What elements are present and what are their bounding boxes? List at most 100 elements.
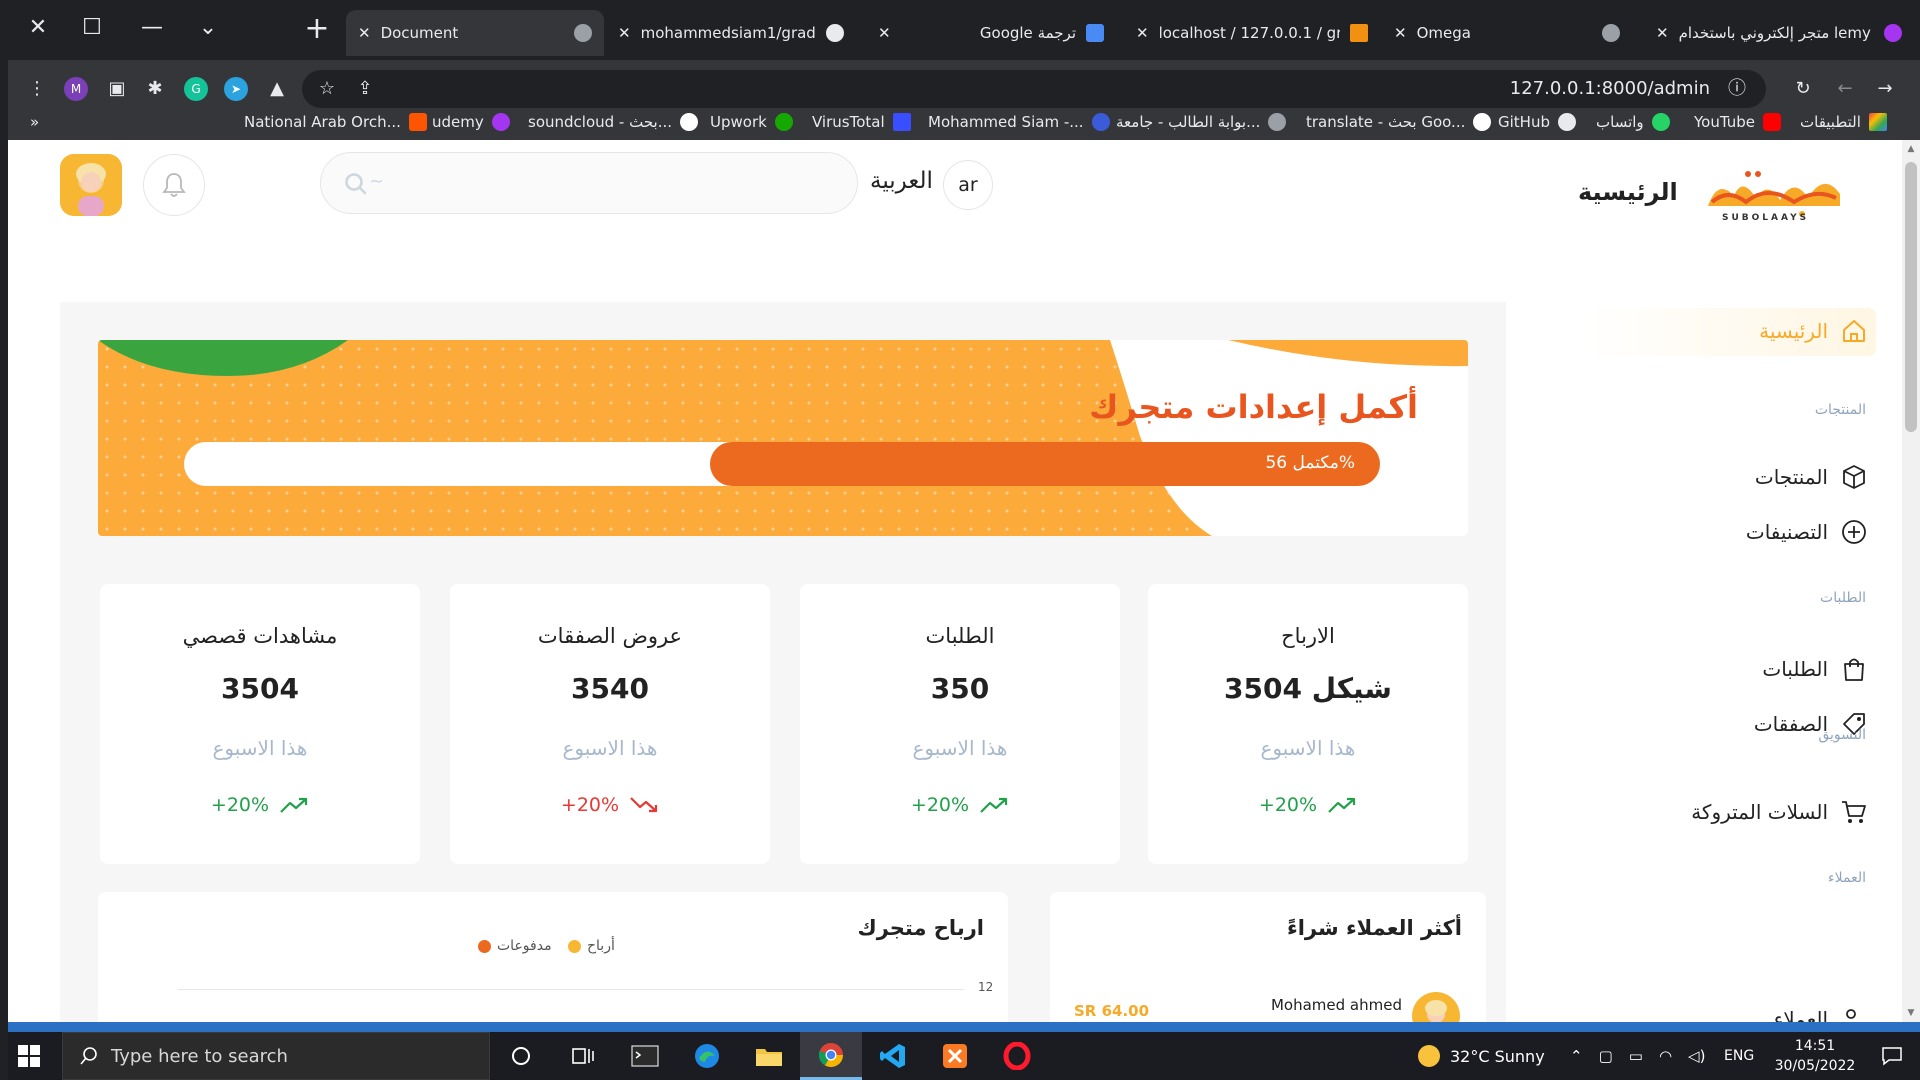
taskbar-app-xampp[interactable] xyxy=(924,1032,986,1080)
tray-device-icon[interactable]: ▢ xyxy=(1599,1047,1613,1065)
scroll-up-icon[interactable]: ▲ xyxy=(1902,140,1920,158)
language-label[interactable]: العربية xyxy=(870,168,933,194)
cart-icon xyxy=(1842,801,1866,823)
folder-icon xyxy=(756,1049,782,1066)
close-tab-icon[interactable]: ✕ xyxy=(1136,24,1149,42)
windows-logo-icon xyxy=(18,1045,40,1067)
close-tab-icon[interactable]: ✕ xyxy=(1656,24,1669,42)
extensions-puzzle-icon[interactable]: ✱ xyxy=(140,74,170,104)
forward-arrow-icon[interactable]: ← xyxy=(1830,74,1860,104)
reload-icon[interactable]: ↻ xyxy=(1788,74,1818,104)
wifi-icon[interactable]: ◠ xyxy=(1659,1047,1672,1065)
battery-icon[interactable]: ▭ xyxy=(1629,1047,1643,1065)
back-arrow-icon[interactable]: → xyxy=(1870,74,1900,104)
stat-value: 350 xyxy=(930,672,990,705)
sidebar-item-categories[interactable]: التصنيفات xyxy=(1746,517,1868,547)
bookmark-upwork[interactable]: Upwork xyxy=(710,104,793,140)
bookmark-udemy[interactable]: udemy xyxy=(432,104,510,140)
address-url[interactable]: 127.0.0.1:8000/admin xyxy=(1510,78,1710,99)
stat-card-story-views[interactable]: مشاهدات قصصي 3504 هذا الاسبوع +20% xyxy=(100,584,420,864)
sidebar-item-orders[interactable]: الطلبات xyxy=(1762,654,1868,684)
profits-chart-title: ارباح متجرك xyxy=(857,916,984,940)
close-tab-icon[interactable]: ✕ xyxy=(878,24,891,42)
bookmarks-bar: » National Arab Orch... udemy soundcloud… xyxy=(0,104,1920,140)
close-tab-icon[interactable]: ✕ xyxy=(1394,24,1407,42)
trend-up-icon xyxy=(1328,797,1356,813)
bookmark-github[interactable]: GitHub xyxy=(1498,104,1576,140)
tab-google-translate[interactable]: ✕ Google ترجمة xyxy=(866,10,1116,56)
notifications-center-button[interactable] xyxy=(1864,1032,1920,1080)
user-avatar[interactable] xyxy=(60,154,122,216)
bookmark-apps[interactable]: التطبيقات xyxy=(1800,104,1887,140)
stat-period: هذا الاسبوع xyxy=(912,736,1008,760)
scroll-down-icon[interactable]: ▼ xyxy=(1902,1004,1920,1022)
page-scrollbar[interactable]: ▲ ▼ xyxy=(1902,140,1920,1022)
scroll-thumb[interactable] xyxy=(1905,162,1917,432)
stat-card-profits[interactable]: الارباح 3504 شيكل هذا الاسبوع +20% xyxy=(1148,584,1468,864)
cortana-button[interactable] xyxy=(490,1032,552,1080)
taskbar-app-chrome[interactable] xyxy=(800,1032,862,1080)
stat-value: 3540 xyxy=(571,672,649,705)
bookmark-youtube[interactable]: YouTube xyxy=(1694,104,1781,140)
tab-omega[interactable]: ✕ Omega xyxy=(1382,10,1632,56)
tray-chevron-icon[interactable]: ⌃ xyxy=(1570,1047,1583,1065)
sidebar-item-products[interactable]: المنتجات xyxy=(1755,462,1868,492)
legend-label: أرباح xyxy=(587,938,615,954)
store-logo[interactable]: SUBOLAAYS xyxy=(1698,158,1850,228)
tab-phpmyadmin[interactable]: ✕ localhost / 127.0.0.1 / grad xyxy=(1124,10,1380,56)
legend-item-payments: مدفوعات xyxy=(478,938,552,954)
weather-widget[interactable]: 32°C Sunny xyxy=(1418,1032,1545,1080)
grammarly-icon[interactable]: G xyxy=(184,77,208,101)
triangle-extension-icon[interactable]: ▲ xyxy=(262,74,292,104)
stat-trend: +20% xyxy=(450,794,770,816)
side-panel-icon[interactable]: ▣ xyxy=(102,74,132,104)
language-switch-button[interactable]: ar xyxy=(943,160,993,210)
tab-github[interactable]: ✕ mohammedsiam1/graduat xyxy=(606,10,856,56)
close-window-icon[interactable]: ✕ xyxy=(18,8,58,48)
notifications-button[interactable] xyxy=(143,154,205,216)
site-info-icon[interactable]: ⓘ xyxy=(1722,74,1752,104)
sidebar-item-label: المنتجات xyxy=(1754,465,1828,489)
bookmark-whatsapp[interactable]: واتساب xyxy=(1596,104,1670,140)
volume-icon[interactable]: ◁) xyxy=(1688,1047,1705,1065)
close-tab-icon[interactable]: ✕ xyxy=(358,24,371,42)
sidebar-item-abandoned-carts[interactable]: السلات المتروكة xyxy=(1691,797,1868,827)
bookmark-translate[interactable]: translate - بحث Goo... xyxy=(1306,104,1492,140)
keyboard-language[interactable]: ENG xyxy=(1724,1032,1754,1080)
start-button[interactable] xyxy=(0,1032,58,1080)
bookmark-star-icon[interactable]: ☆ xyxy=(312,74,342,104)
taskbar-app-vscode[interactable] xyxy=(862,1032,924,1080)
bookmark-mohammed-siam[interactable]: Mohammed Siam -... xyxy=(928,104,1110,140)
stat-card-orders[interactable]: الطلبات 350 هذا الاسبوع +20% xyxy=(800,584,1120,864)
taskbar-clock[interactable]: 14:51 30/05/2022 xyxy=(1770,1036,1860,1076)
close-tab-icon[interactable]: ✕ xyxy=(618,24,631,42)
bookmark-national-arab[interactable]: National Arab Orch... xyxy=(244,104,427,140)
share-icon[interactable]: ⇪ xyxy=(350,74,380,104)
sidebar-item-customers[interactable]: العملاء xyxy=(1774,1004,1868,1022)
taskbar-app-opera[interactable] xyxy=(986,1032,1048,1080)
bookmark-virustotal[interactable]: VirusTotal xyxy=(812,104,911,140)
telegram-icon[interactable]: ➤ xyxy=(224,77,248,101)
menu-dots-icon[interactable]: ⋮ xyxy=(22,74,52,104)
taskbar-app-file-explorer[interactable] xyxy=(738,1032,800,1080)
stat-card-deals[interactable]: عروض الصفقات 3540 هذا الاسبوع +20% xyxy=(450,584,770,864)
more-bookmarks-icon[interactable]: » xyxy=(30,104,39,140)
new-tab-plus-icon[interactable]: + xyxy=(300,14,334,44)
minimize-icon[interactable]: — xyxy=(132,8,172,48)
maximize-icon[interactable]: ☐ xyxy=(72,8,112,48)
profile-avatar[interactable]: M xyxy=(64,77,88,101)
tab-search-chevron-icon[interactable]: ⌄ xyxy=(188,8,228,48)
search-input[interactable]: ~ xyxy=(320,152,858,214)
task-view-button[interactable] xyxy=(552,1032,614,1080)
bookmark-student-portal[interactable]: بوابة الطالب - جامعة... xyxy=(1116,104,1287,140)
taskbar-app-edge[interactable] xyxy=(676,1032,738,1080)
tab-udemy[interactable]: ✕ متجر إلكتروني باستخدام lemy xyxy=(1644,10,1914,56)
sidebar-item-label: التصنيفات xyxy=(1745,520,1828,544)
bookmark-soundcloud[interactable]: soundcloud - بحث... xyxy=(528,104,699,140)
omnibox[interactable]: ☆ ⇪ 127.0.0.1:8000/admin ⓘ xyxy=(302,70,1766,108)
taskbar-app-terminal[interactable] xyxy=(614,1032,676,1080)
tab-document[interactable]: ✕ Document xyxy=(346,10,604,56)
taskbar-search-box[interactable]: Type here to search xyxy=(62,1032,490,1080)
stat-period: هذا الاسبوع xyxy=(562,736,658,760)
sidebar-item-home[interactable]: الرئيسية xyxy=(1759,316,1868,346)
